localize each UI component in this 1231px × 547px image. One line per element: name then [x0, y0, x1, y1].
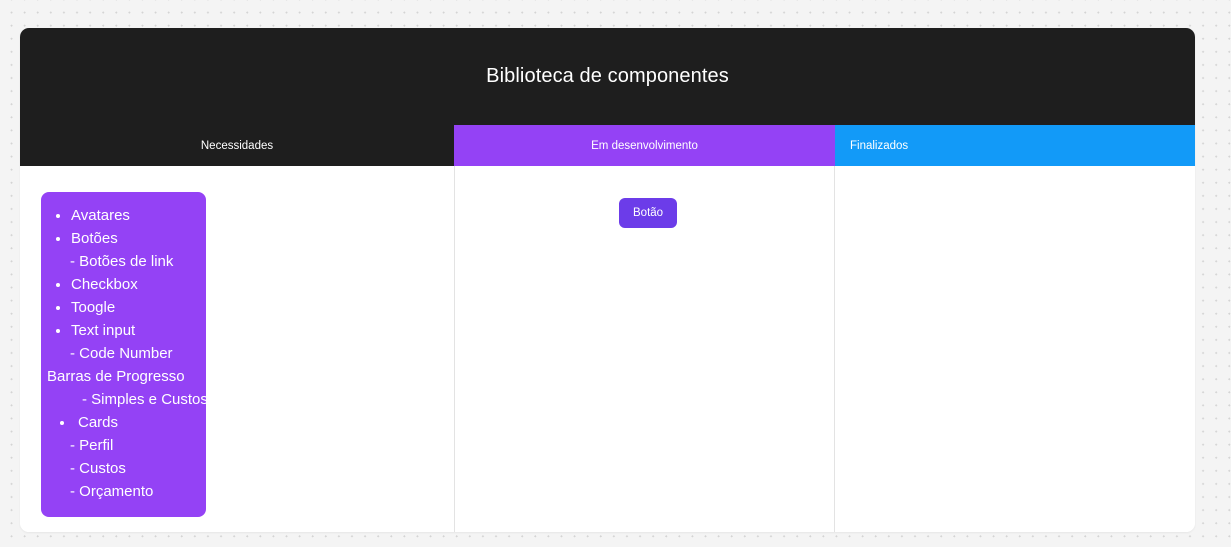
- column-header-em-desenvolvimento[interactable]: Em desenvolvimento: [454, 125, 835, 166]
- column-header-label: Finalizados: [850, 139, 909, 152]
- list-item[interactable]: Avatares: [41, 204, 206, 227]
- page-title: Biblioteca de componentes: [486, 65, 729, 87]
- list-item[interactable]: - Botões de link: [41, 250, 206, 273]
- needs-checklist-card[interactable]: Avatares Botões - Botões de link Checkbo…: [41, 192, 208, 517]
- columns-body-row: Avatares Botões - Botões de link Checkbo…: [20, 166, 1195, 532]
- list-item[interactable]: - Simples e Custos: [41, 388, 208, 411]
- column-body-em-desenvolvimento: Botão: [454, 166, 835, 532]
- column-header-necessidades[interactable]: Necessidades: [20, 125, 454, 166]
- needs-checklist: Avatares Botões - Botões de link Checkbo…: [41, 204, 208, 503]
- column-header-label: Em desenvolvimento: [591, 139, 698, 152]
- column-header-finalizados[interactable]: Finalizados: [835, 125, 1195, 166]
- list-item[interactable]: Text input: [41, 319, 206, 342]
- list-item[interactable]: Barras de Progresso: [41, 365, 206, 388]
- list-item[interactable]: - Code Number: [41, 342, 206, 365]
- board-header: Biblioteca de componentes: [20, 28, 1195, 125]
- list-item[interactable]: Botões: [41, 227, 206, 250]
- list-item[interactable]: - Orçamento: [41, 480, 206, 503]
- list-item[interactable]: Cards: [41, 411, 206, 434]
- column-body-necessidades: Avatares Botões - Botões de link Checkbo…: [20, 166, 454, 532]
- column-header-label: Necessidades: [200, 139, 274, 152]
- botao-button[interactable]: Botão: [619, 198, 678, 228]
- list-item[interactable]: - Custos: [41, 457, 206, 480]
- list-item[interactable]: Toogle: [41, 296, 206, 319]
- column-body-finalizados: [835, 166, 1195, 532]
- columns-header-row: Necessidades Em desenvolvimento Finaliza…: [20, 125, 1195, 166]
- list-item[interactable]: Checkbox: [41, 273, 206, 296]
- kanban-board: Biblioteca de componentes Necessidades E…: [20, 28, 1195, 532]
- list-item[interactable]: - Perfil: [41, 434, 206, 457]
